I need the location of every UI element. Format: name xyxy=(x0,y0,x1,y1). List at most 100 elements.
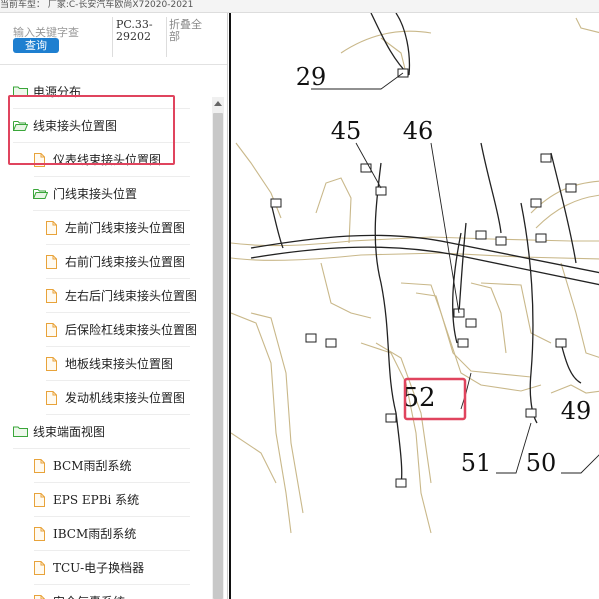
wire-harness-line xyxy=(550,152,577,264)
wire-harness-line xyxy=(451,232,462,344)
document-icon xyxy=(34,594,45,599)
wire-harness-line xyxy=(270,202,284,249)
pc-code-label: PC.33-29202 xyxy=(116,18,153,43)
tree-file-item[interactable]: BCM雨刮系统 xyxy=(34,449,190,483)
tree-folder-item[interactable]: 电源分布 xyxy=(13,75,190,109)
wire-harness-line xyxy=(395,13,411,76)
tree-file-item[interactable]: 右前门线束接头位置图 xyxy=(46,245,190,279)
query-button[interactable]: 查询 xyxy=(13,38,59,53)
document-icon xyxy=(46,322,57,337)
document-icon xyxy=(46,356,57,371)
sidebar-scrollbar[interactable] xyxy=(212,97,224,599)
callout-number[interactable]: 46 xyxy=(403,117,434,145)
tree-file-item[interactable]: 左前门线束接头位置图 xyxy=(46,211,190,245)
folder-open-icon xyxy=(33,188,48,199)
tree-file-item[interactable]: 安全气囊系统 xyxy=(34,585,190,599)
document-icon xyxy=(34,458,45,473)
tree-file-item[interactable]: 仪表线束接头位置图 xyxy=(34,143,190,177)
connector-symbol[interactable] xyxy=(270,198,282,208)
tree-item-label: TCU-电子换档器 xyxy=(53,561,145,575)
tree-item-label: 线束端面视图 xyxy=(33,425,106,439)
document-icon xyxy=(46,254,57,269)
body-outline-line xyxy=(470,282,507,354)
sidebar: 查询 PC.33-29202 折叠全部 电源分布线束接头位置图仪表线束接头位置图… xyxy=(0,13,228,599)
tree-item-label: 电源分布 xyxy=(33,85,82,99)
connector-symbol[interactable] xyxy=(495,236,507,246)
tree-folder-item[interactable]: 线束端面视图 xyxy=(13,415,190,449)
current-vehicle-text: 当前车型： 厂家:C-长安汽车欧尚X72020-2021 xyxy=(0,0,194,10)
tree-item-label: 后保险杠线束接头位置图 xyxy=(65,323,198,337)
connector-symbol[interactable] xyxy=(457,338,469,348)
document-icon xyxy=(46,220,57,235)
callout-number[interactable]: 45 xyxy=(331,117,362,145)
scroll-thumb[interactable] xyxy=(213,113,223,599)
wire-harness-line xyxy=(250,246,599,286)
body-outline-line xyxy=(375,342,432,484)
body-outline-line xyxy=(231,432,277,484)
tree-item-label: 右前门线束接头位置图 xyxy=(65,255,186,269)
search-area: 查询 PC.33-29202 折叠全部 xyxy=(0,13,227,65)
connector-symbol[interactable] xyxy=(375,186,387,196)
connector-symbol[interactable] xyxy=(525,408,537,418)
scroll-up-arrow-icon[interactable] xyxy=(212,97,224,109)
tree-folder-item[interactable]: 线束接头位置图 xyxy=(13,109,190,143)
tree-file-item[interactable]: TCU-电子换档器 xyxy=(34,551,190,585)
connector-symbol[interactable] xyxy=(535,233,547,243)
tree-item-label: 左右后门线束接头位置图 xyxy=(65,289,198,303)
tree-file-item[interactable]: 左右后门线束接头位置图 xyxy=(46,279,197,313)
tree-file-item[interactable]: 发动机线束接头位置图 xyxy=(46,381,190,415)
top-status-bar: 当前车型： 厂家:C-长安汽车欧尚X72020-2021 xyxy=(0,0,599,13)
tree-file-item[interactable]: EPS EPBi 系统 xyxy=(34,483,190,517)
callout-number[interactable]: 49 xyxy=(561,397,592,425)
body-outline-line xyxy=(231,252,599,261)
tree-file-item[interactable]: 地板线束接头位置图 xyxy=(46,347,190,381)
callout-leader-line xyxy=(561,454,599,474)
folder-open-icon xyxy=(13,120,28,131)
divider xyxy=(112,17,113,57)
tree-file-item[interactable]: IBCM雨刮系统 xyxy=(34,517,190,551)
tree-item-label: 发动机线束接头位置图 xyxy=(65,391,186,405)
wire-harness-line xyxy=(480,142,502,234)
collapse-all-button[interactable]: 折叠全部 xyxy=(169,19,209,43)
body-outline-line xyxy=(231,312,292,534)
body-outline-line xyxy=(360,342,432,534)
connector-symbol[interactable] xyxy=(530,198,542,208)
callout-number[interactable]: 52 xyxy=(402,383,435,413)
body-outline-line xyxy=(575,17,599,34)
connector-symbol[interactable] xyxy=(540,153,552,163)
body-outline-line xyxy=(415,292,532,378)
tree-file-item[interactable]: 后保险杠线束接头位置图 xyxy=(46,313,197,347)
document-icon xyxy=(34,560,45,575)
tree-item-label: EPS EPBi 系统 xyxy=(53,493,140,507)
body-outline-line xyxy=(315,177,352,244)
tree-folder-item[interactable]: 门线束接头位置 xyxy=(33,177,190,211)
document-icon xyxy=(34,152,45,167)
wiring-diagram: 2945 46 52 51 5049 xyxy=(231,13,599,534)
document-icon xyxy=(34,526,45,541)
callout-number[interactable]: 51 xyxy=(461,449,492,477)
connector-symbol[interactable] xyxy=(565,183,577,193)
connector-symbol[interactable] xyxy=(395,478,407,488)
tree-item-label: 地板线束接头位置图 xyxy=(65,357,174,371)
callout-number[interactable]: 50 xyxy=(526,449,557,477)
body-outline-line xyxy=(250,312,304,514)
divider xyxy=(166,17,167,57)
connector-symbol[interactable] xyxy=(385,413,397,423)
diagram-viewer[interactable]: 29 45 46 52 51 50 49 xyxy=(229,13,599,599)
connector-symbol[interactable] xyxy=(475,230,487,240)
connector-symbol[interactable] xyxy=(555,338,567,348)
callout-number[interactable]: 29 xyxy=(296,63,327,91)
tree-item-label: 安全气囊系统 xyxy=(53,593,125,599)
body-outline-line xyxy=(550,384,599,394)
folder-icon xyxy=(13,426,28,437)
document-icon xyxy=(46,288,57,303)
tree-item-label: 左前门线束接头位置图 xyxy=(65,221,186,235)
tree-item-label: 门线束接头位置 xyxy=(53,187,138,201)
connector-symbol[interactable] xyxy=(325,338,337,348)
connector-symbol[interactable] xyxy=(305,333,317,343)
document-icon xyxy=(34,492,45,507)
connector-symbol[interactable] xyxy=(465,318,477,328)
tree-item-label: 仪表线束接头位置图 xyxy=(53,153,162,167)
body-outline-line xyxy=(480,282,552,344)
wire-harness-line xyxy=(374,162,403,484)
